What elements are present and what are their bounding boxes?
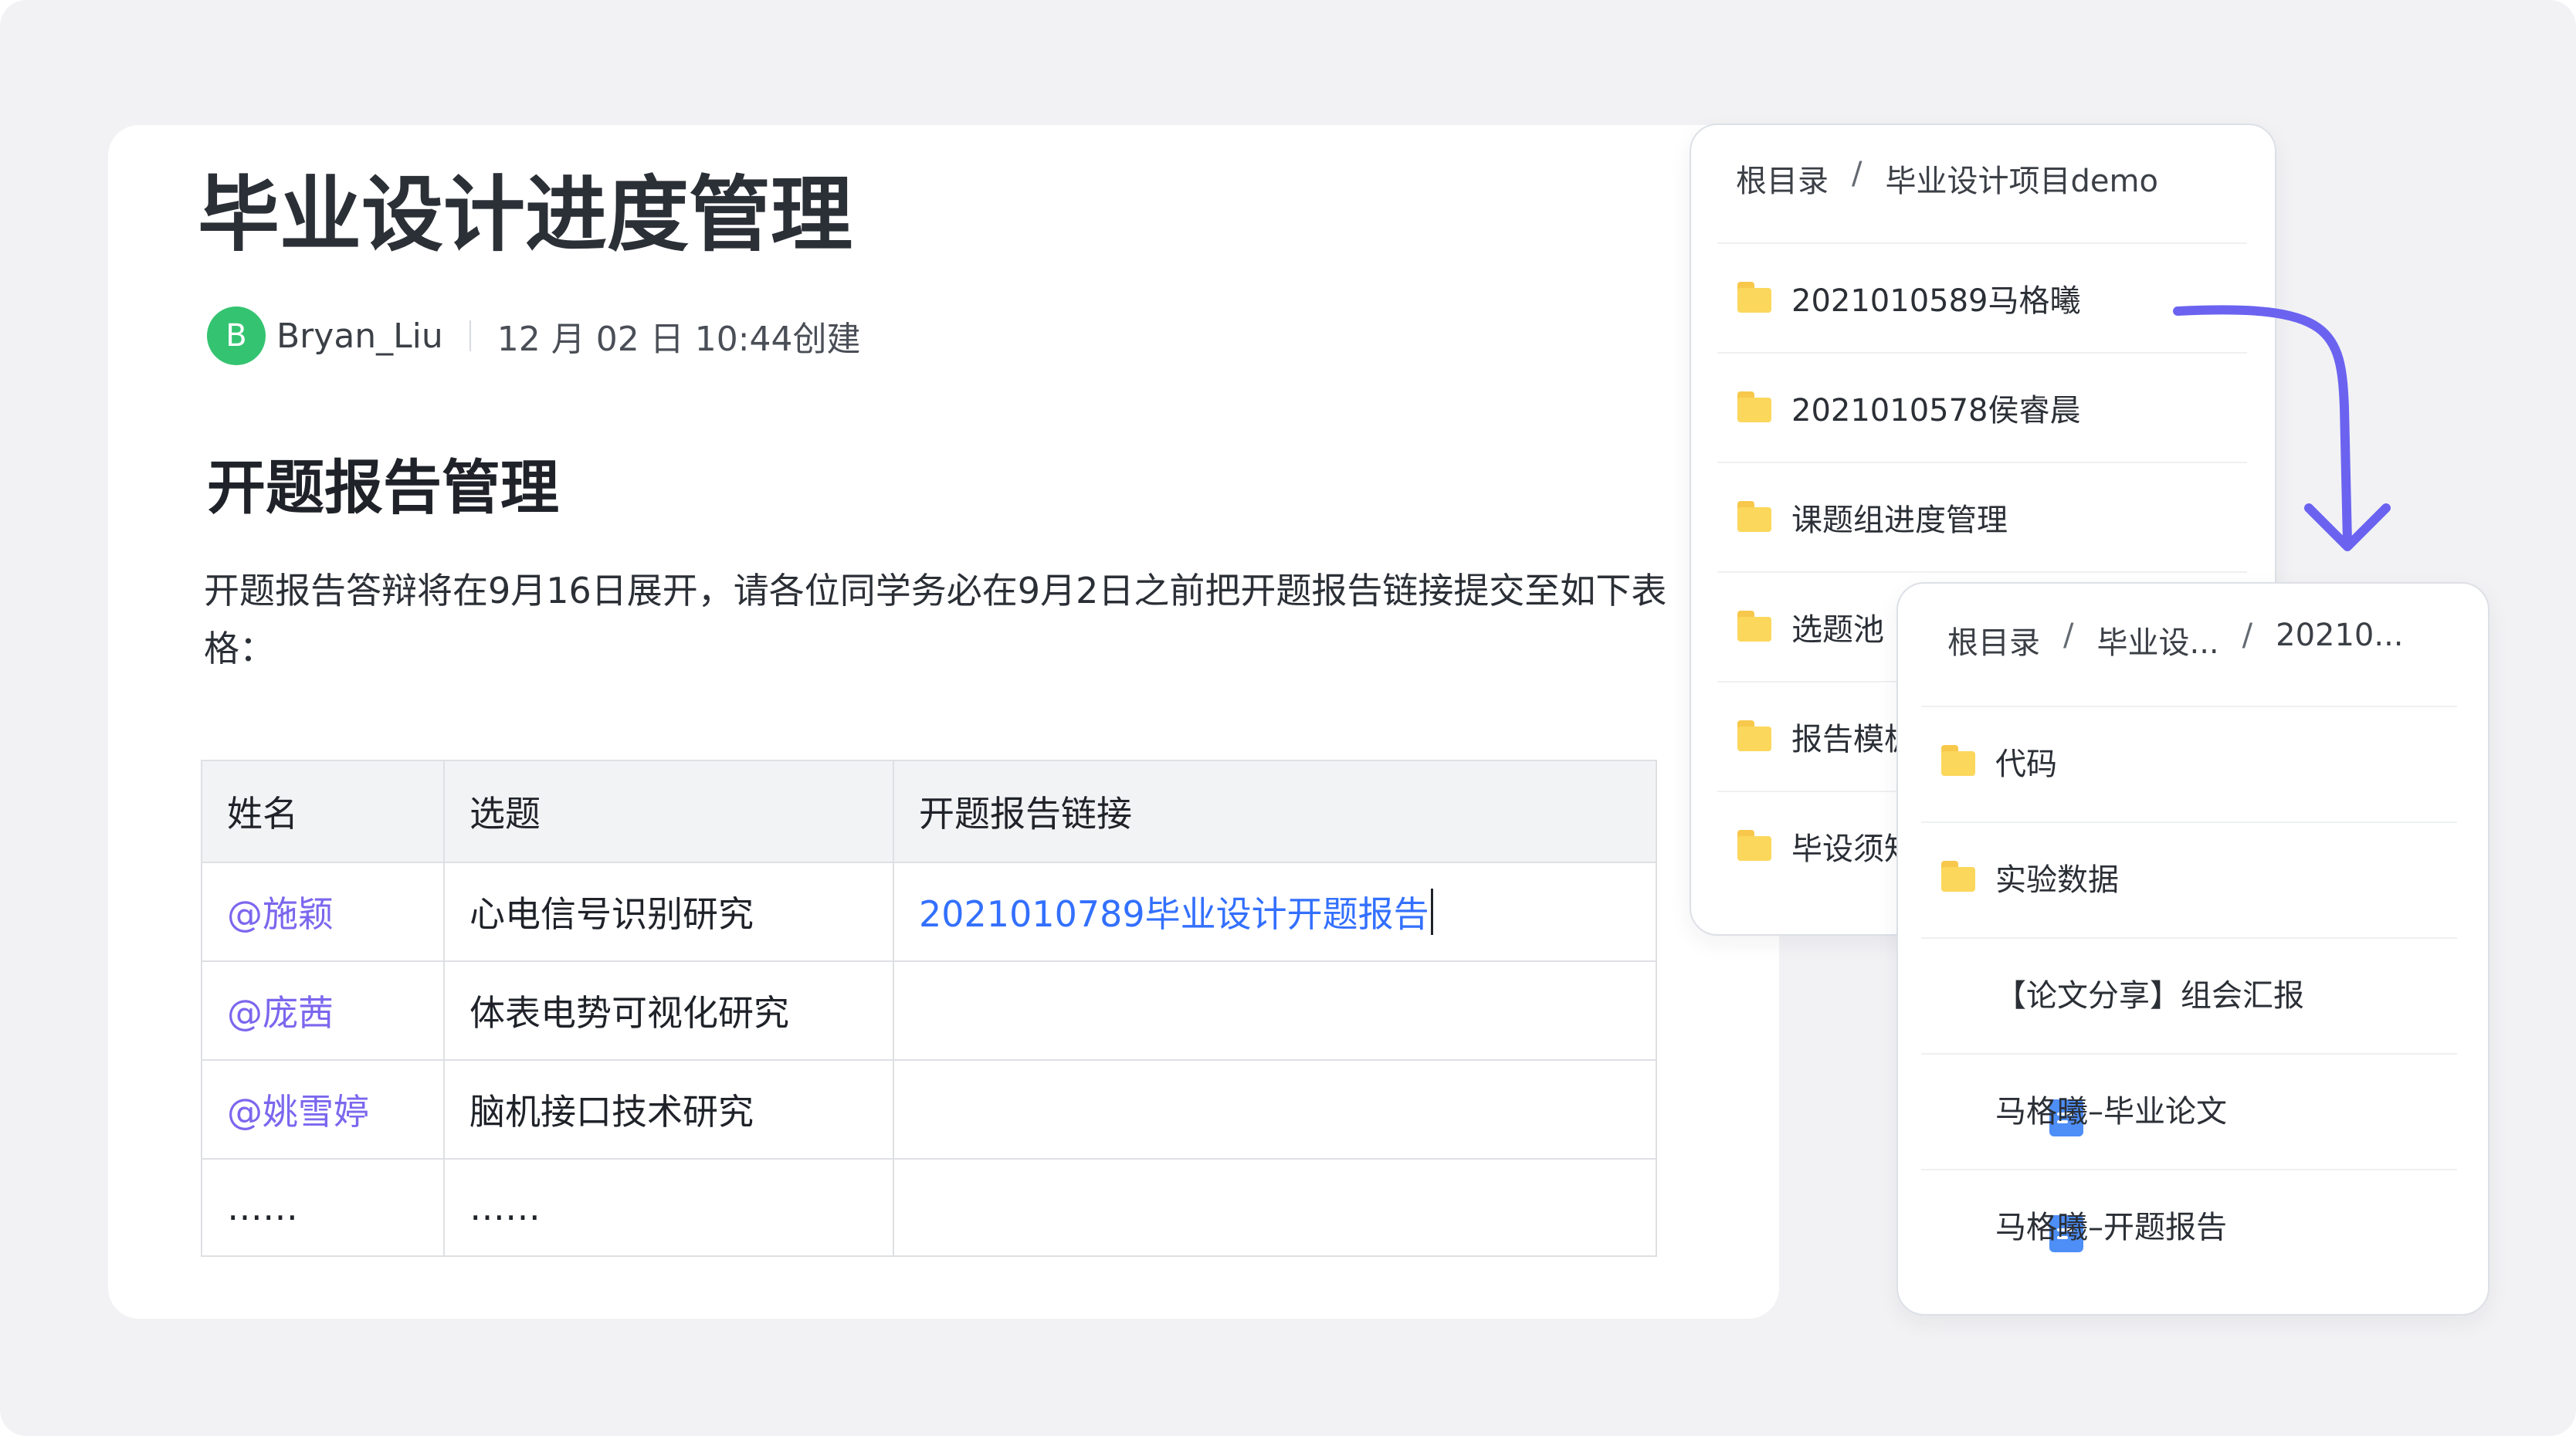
breadcrumb-student[interactable]: 20210... bbox=[2276, 618, 2403, 662]
item-name: 选题池 bbox=[1791, 612, 1884, 648]
folder-icon bbox=[1737, 391, 1771, 424]
item-name: 课题组进度管理 bbox=[1791, 503, 2008, 538]
header-name[interactable]: 姓名 bbox=[202, 761, 445, 862]
meta-divider bbox=[469, 320, 471, 351]
topic-cell[interactable]: 心电信号识别研究 bbox=[445, 863, 894, 960]
section-heading: 开题报告管理 bbox=[207, 453, 559, 522]
breadcrumb-root[interactable]: 根目录 bbox=[1736, 156, 1829, 201]
mention-cell[interactable]: @施颖 bbox=[202, 863, 445, 960]
doc-item[interactable]: 马格曦–毕业论文 bbox=[1921, 1053, 2457, 1252]
item-name: 马格曦–毕业论文 bbox=[1995, 1094, 2227, 1129]
breadcrumb-separator: / bbox=[1852, 156, 1863, 191]
breadcrumb-root[interactable]: 根目录 bbox=[1947, 618, 2040, 662]
mention-cell[interactable]: @庞茜 bbox=[202, 962, 445, 1059]
header-link[interactable]: 开题报告链接 bbox=[894, 761, 1656, 862]
body-paragraph: 开题报告答辩将在9月16日展开，请各位同学务必在9月2日之前把开题报告链接提交至… bbox=[204, 570, 1667, 669]
page-title: 毕业设计进度管理 bbox=[198, 168, 852, 262]
link-cell[interactable] bbox=[894, 962, 1656, 1059]
link-cell[interactable] bbox=[894, 1061, 1656, 1158]
created-time: 12 月 02 日 10:44创建 bbox=[497, 320, 861, 359]
breadcrumb: 根目录 / 毕业设... / 20210... bbox=[1947, 618, 2404, 662]
table-row: @庞茜 体表电势可视化研究 bbox=[202, 960, 1656, 1059]
mention-cell[interactable]: @姚雪婷 bbox=[202, 1061, 445, 1158]
folder-icon bbox=[1737, 282, 1771, 314]
doc-meta: B Bryan_Liu 12 月 02 日 10:44创建 bbox=[207, 307, 861, 365]
link-cell[interactable] bbox=[894, 1160, 1656, 1255]
topic-cell[interactable]: 体表电势可视化研究 bbox=[445, 962, 894, 1059]
item-name: 实验数据 bbox=[1995, 862, 2119, 898]
folder-icon bbox=[1941, 745, 1975, 777]
avatar[interactable]: B bbox=[207, 307, 266, 365]
item-name: 马格曦–开题报告 bbox=[1995, 1210, 2227, 1245]
breadcrumb-separator: / bbox=[2063, 618, 2074, 653]
breadcrumb-separator: / bbox=[2242, 618, 2253, 653]
table-header-row: 姓名 选题 开题报告链接 bbox=[202, 761, 1656, 862]
item-name: 2021010589马格曦 bbox=[1791, 283, 2081, 319]
breadcrumb: 根目录 / 毕业设计项目demo bbox=[1736, 156, 2158, 201]
folder-item[interactable]: 实验数据 bbox=[1921, 821, 2457, 931]
text-cursor bbox=[1430, 889, 1433, 935]
header-topic[interactable]: 选题 bbox=[445, 761, 894, 862]
folder-item[interactable]: 代码 bbox=[1921, 706, 2457, 815]
item-name: 2021010578侯睿晨 bbox=[1791, 393, 2081, 428]
breadcrumb-project[interactable]: 毕业设... bbox=[2096, 618, 2218, 662]
folder-icon bbox=[1737, 830, 1771, 862]
document-card: 毕业设计进度管理 B Bryan_Liu 12 月 02 日 10:44创建 开… bbox=[108, 125, 1779, 1319]
breadcrumb-project[interactable]: 毕业设计项目demo bbox=[1885, 156, 2157, 201]
link-cell[interactable]: 2021010789毕业设计开题报告 bbox=[894, 863, 1656, 960]
doc-item[interactable]: 【论文分享】组会汇报 bbox=[1921, 937, 2457, 1136]
topic-cell[interactable]: …… bbox=[445, 1160, 894, 1255]
arrow-down-icon bbox=[2173, 305, 2391, 551]
item-name: 代码 bbox=[1995, 747, 2057, 782]
doc-item[interactable]: 马格曦–开题报告 bbox=[1921, 1169, 2457, 1279]
canvas-background: 毕业设计进度管理 B Bryan_Liu 12 月 02 日 10:44创建 开… bbox=[0, 0, 2576, 1436]
author-name[interactable]: Bryan_Liu bbox=[276, 317, 443, 356]
table-row: @施颖 心电信号识别研究 2021010789毕业设计开题报告 bbox=[202, 862, 1656, 960]
subfolder-panel: 根目录 / 毕业设... / 20210... 代码 实验数据 【论文分享】组会… bbox=[1896, 582, 2490, 1316]
table-row: …… …… bbox=[202, 1158, 1656, 1255]
submission-table: 姓名 选题 开题报告链接 @施颖 心电信号识别研究 2021010789毕业设计… bbox=[201, 760, 1657, 1257]
topic-cell[interactable]: 脑机接口技术研究 bbox=[445, 1061, 894, 1158]
report-link[interactable]: 2021010789毕业设计开题报告 bbox=[919, 886, 1429, 937]
folder-icon bbox=[1737, 720, 1771, 753]
folder-icon bbox=[1737, 611, 1771, 643]
item-name: 【论文分享】组会汇报 bbox=[1995, 978, 2304, 1014]
name-cell[interactable]: …… bbox=[202, 1160, 445, 1255]
folder-icon bbox=[1737, 501, 1771, 533]
table-row: @姚雪婷 脑机接口技术研究 bbox=[202, 1059, 1656, 1158]
folder-icon bbox=[1941, 861, 1975, 893]
